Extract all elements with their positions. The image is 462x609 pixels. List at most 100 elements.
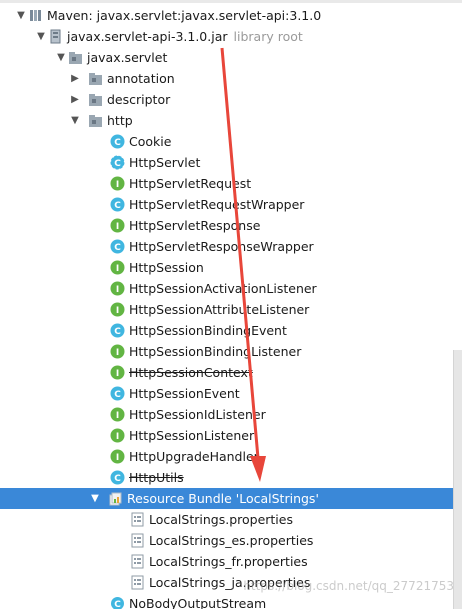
chevron-down-icon[interactable]: ▼ xyxy=(54,51,68,65)
svg-text:C: C xyxy=(114,327,121,337)
tree-node-label: HttpSessionBindingListener xyxy=(129,344,302,359)
tree-node-label: HttpUtils xyxy=(129,470,184,485)
tree-node-label: annotation xyxy=(107,71,175,86)
tree-node-resource-bundle[interactable]: ▼ Resource Bundle 'LocalStrings' xyxy=(0,488,462,509)
tree-node-httpservletrequest[interactable]: I HttpServletRequest xyxy=(0,173,462,194)
tree-node-httpservletrequestwrapper[interactable]: C HttpServletRequestWrapper xyxy=(0,194,462,215)
interface-icon: I xyxy=(110,365,125,380)
tree-node-httpsessionattributelistener[interactable]: I HttpSessionAttributeListener xyxy=(0,299,462,320)
tree-node-http[interactable]: ▼ http xyxy=(0,110,462,131)
svg-text:I: I xyxy=(116,348,119,358)
tree-node-label: LocalStrings.properties xyxy=(149,512,293,527)
svg-text:C: C xyxy=(114,474,121,484)
chevron-down-icon[interactable]: ▼ xyxy=(88,492,102,506)
class-icon: C xyxy=(110,155,125,170)
svg-text:C: C xyxy=(114,600,121,609)
tree-node-label: HttpSession xyxy=(129,260,204,275)
tree-node-package[interactable]: ▼ javax.servlet xyxy=(0,47,462,68)
class-icon: C xyxy=(110,239,125,254)
package-icon xyxy=(88,92,103,107)
tree-node-httpsessioncontext[interactable]: I HttpSessionContext xyxy=(0,362,462,383)
tree-node-label: HttpUpgradeHandler xyxy=(129,449,259,464)
library-root-hint: library root xyxy=(233,29,303,44)
class-icon: C xyxy=(110,197,125,212)
tree-node-properties-file[interactable]: LocalStrings_es.properties xyxy=(0,530,462,551)
library-icon xyxy=(28,8,43,23)
interface-icon: I xyxy=(110,344,125,359)
tree-node-httpsessionactivationlistener[interactable]: I HttpSessionActivationListener xyxy=(0,278,462,299)
tree-node-label: HttpSessionListener xyxy=(129,428,255,443)
tree-node-label: HttpSessionContext xyxy=(129,365,253,380)
tree-node-httpsessionidlistener[interactable]: I HttpSessionIdListener xyxy=(0,404,462,425)
chevron-right-icon[interactable]: ▶ xyxy=(68,93,82,107)
tree-node-label: HttpSessionEvent xyxy=(129,386,240,401)
class-icon: C xyxy=(110,386,125,401)
tree-node-nobodyoutputstream[interactable]: C NoBodyOutputStream xyxy=(0,593,462,609)
properties-file-icon xyxy=(130,533,145,548)
interface-icon: I xyxy=(110,218,125,233)
package-icon xyxy=(68,50,83,65)
tree-node-label: HttpServletResponse xyxy=(129,218,261,233)
tree-node-maven-library[interactable]: ▼ Maven: javax.servlet:javax.servlet-api… xyxy=(0,5,462,26)
tree-node-label: http xyxy=(107,113,133,128)
tree-node-httpservletresponse[interactable]: I HttpServletResponse xyxy=(0,215,462,236)
class-icon: C xyxy=(110,470,125,485)
tree-node-httputils[interactable]: C HttpUtils xyxy=(0,467,462,488)
tree-node-httpservlet[interactable]: C HttpServlet xyxy=(0,152,462,173)
interface-icon: I xyxy=(110,281,125,296)
svg-text:I: I xyxy=(116,432,119,442)
watermark: https://blog.csdn.net/qq_27721753 xyxy=(243,579,454,593)
tree-node-label: Cookie xyxy=(129,134,172,149)
svg-text:C: C xyxy=(114,201,121,211)
chevron-right-icon[interactable]: ▶ xyxy=(68,72,82,86)
tree-node-httpsessionlistener[interactable]: I HttpSessionListener xyxy=(0,425,462,446)
chevron-down-icon[interactable]: ▼ xyxy=(34,30,48,44)
project-tree[interactable]: ▼ Maven: javax.servlet:javax.servlet-api… xyxy=(0,0,462,609)
package-icon xyxy=(88,71,103,86)
tree-node-label: HttpSessionAttributeListener xyxy=(129,302,310,317)
svg-text:I: I xyxy=(116,453,119,463)
tree-node-label: HttpServletRequestWrapper xyxy=(129,197,305,212)
tree-node-label: HttpSessionBindingEvent xyxy=(129,323,287,338)
class-icon: C xyxy=(110,596,125,609)
tree-node-properties-file[interactable]: LocalStrings.properties xyxy=(0,509,462,530)
svg-text:I: I xyxy=(116,222,119,232)
top-border xyxy=(0,0,462,3)
tree-node-httpsessionbindingevent[interactable]: C HttpSessionBindingEvent xyxy=(0,320,462,341)
tree-node-httpupgradehandler[interactable]: I HttpUpgradeHandler xyxy=(0,446,462,467)
interface-icon: I xyxy=(110,260,125,275)
chevron-down-icon[interactable]: ▼ xyxy=(14,9,28,23)
tree-node-httpsession[interactable]: I HttpSession xyxy=(0,257,462,278)
tree-node-descriptor[interactable]: ▶ descriptor xyxy=(0,89,462,110)
tree-node-httpsessionbindinglistener[interactable]: I HttpSessionBindingListener xyxy=(0,341,462,362)
tree-node-jar[interactable]: ▼ javax.servlet-api-3.1.0.jar library ro… xyxy=(0,26,462,47)
tree-node-label: HttpSessionActivationListener xyxy=(129,281,317,296)
svg-text:C: C xyxy=(114,243,121,253)
properties-file-icon xyxy=(130,575,145,590)
tree-node-label: LocalStrings_fr.properties xyxy=(149,554,308,569)
tree-node-cookie[interactable]: C Cookie xyxy=(0,131,462,152)
vertical-scrollbar[interactable] xyxy=(453,350,462,609)
svg-text:C: C xyxy=(114,159,121,169)
tree-node-properties-file[interactable]: LocalStrings_fr.properties xyxy=(0,551,462,572)
properties-file-icon xyxy=(130,554,145,569)
tree-node-annotation[interactable]: ▶ annotation xyxy=(0,68,462,89)
tree-node-label: descriptor xyxy=(107,92,171,107)
svg-text:I: I xyxy=(116,285,119,295)
svg-text:C: C xyxy=(114,390,121,400)
tree-node-label: HttpServletRequest xyxy=(129,176,252,191)
interface-icon: I xyxy=(110,407,125,422)
tree-node-label: Resource Bundle 'LocalStrings' xyxy=(127,491,319,506)
interface-icon: I xyxy=(110,428,125,443)
tree-node-label: HttpSessionIdListener xyxy=(129,407,266,422)
chevron-down-icon[interactable]: ▼ xyxy=(68,114,82,128)
interface-icon: I xyxy=(110,302,125,317)
tree-node-httpsessionevent[interactable]: C HttpSessionEvent xyxy=(0,383,462,404)
jar-icon xyxy=(48,29,63,44)
svg-text:I: I xyxy=(116,369,119,379)
tree-node-label: Maven: javax.servlet:javax.servlet-api:3… xyxy=(47,8,322,23)
tree-node-label: HttpServletResponseWrapper xyxy=(129,239,314,254)
svg-text:I: I xyxy=(116,264,119,274)
tree-node-label: javax.servlet xyxy=(87,50,168,65)
tree-node-httpservletresponsewrapper[interactable]: C HttpServletResponseWrapper xyxy=(0,236,462,257)
